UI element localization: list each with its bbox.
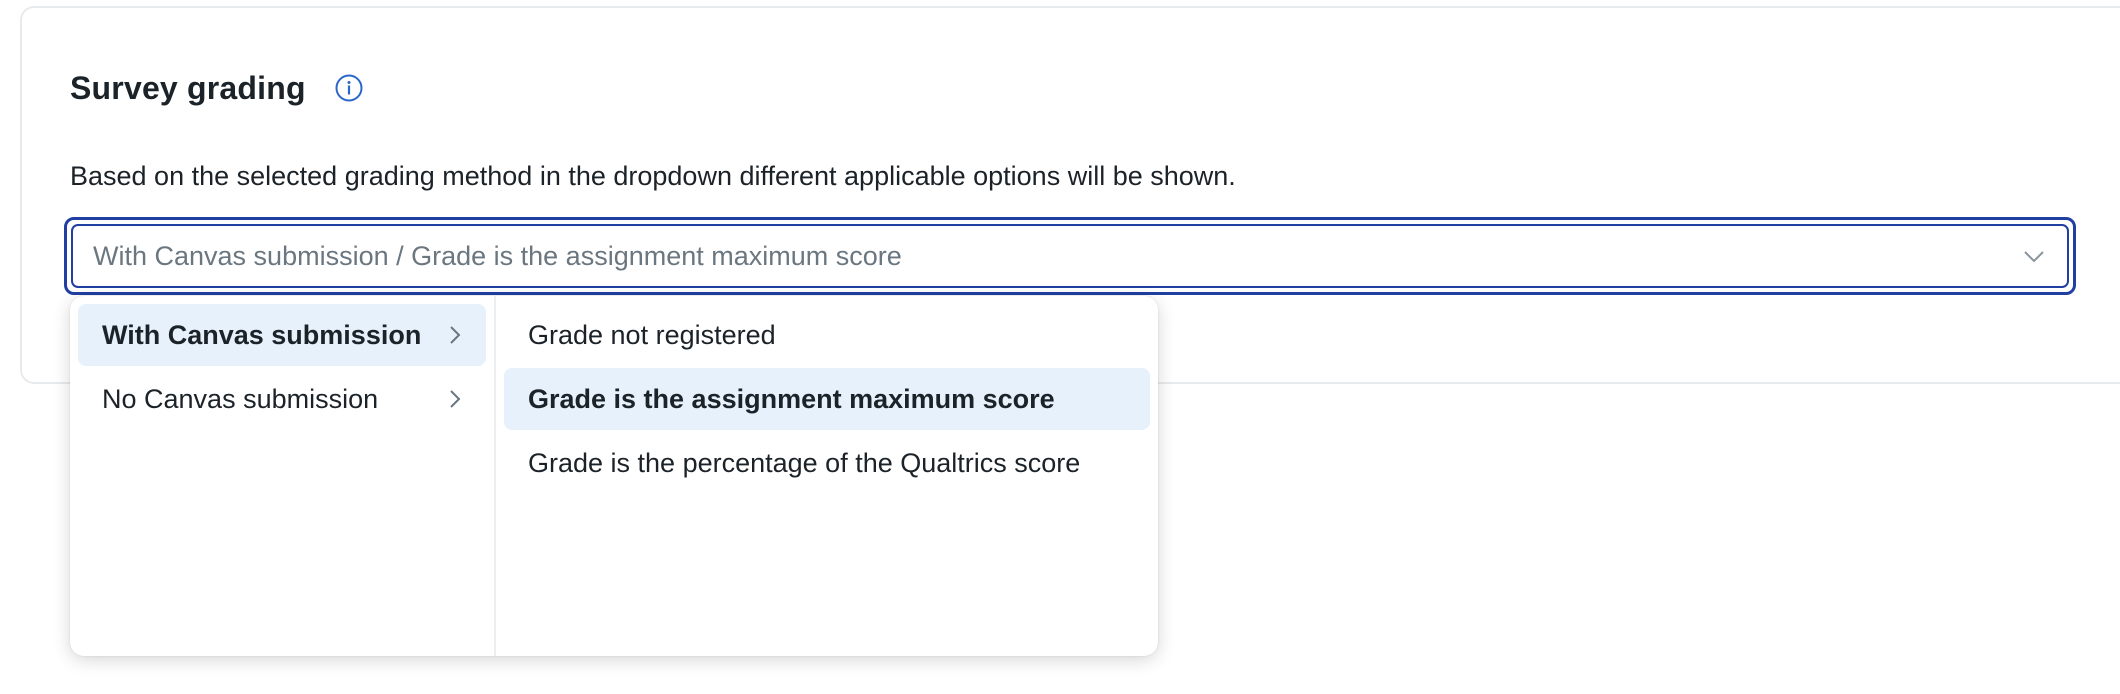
category-label: With Canvas submission	[102, 319, 422, 350]
category-with-canvas-submission[interactable]: With Canvas submission	[78, 304, 486, 366]
option-grade-assignment-maximum-score[interactable]: Grade is the assignment maximum score	[504, 368, 1150, 430]
chevron-right-icon	[446, 388, 464, 410]
section-title: Survey grading	[70, 69, 306, 106]
select-field[interactable]: With Canvas submission / Grade is the as…	[71, 224, 2069, 288]
category-column: With Canvas submission No Canvas submiss…	[70, 296, 496, 656]
category-label: No Canvas submission	[102, 383, 379, 414]
grading-method-select[interactable]: With Canvas submission / Grade is the as…	[64, 217, 2076, 295]
info-circle-icon[interactable]	[334, 73, 364, 103]
chevron-down-icon[interactable]	[2021, 243, 2047, 269]
options-column: Grade not registered Grade is the assign…	[496, 296, 1158, 656]
grading-dropdown-menu: With Canvas submission No Canvas submiss…	[70, 296, 1158, 656]
section-header: Survey grading	[70, 64, 364, 112]
option-grade-not-registered[interactable]: Grade not registered	[504, 304, 1150, 366]
select-value: With Canvas submission / Grade is the as…	[93, 240, 902, 271]
chevron-right-icon	[446, 324, 464, 346]
category-no-canvas-submission[interactable]: No Canvas submission	[78, 368, 486, 430]
option-grade-percentage-qualtrics-score[interactable]: Grade is the percentage of the Qualtrics…	[504, 432, 1150, 494]
section-description: Based on the selected grading method in …	[70, 161, 1236, 191]
